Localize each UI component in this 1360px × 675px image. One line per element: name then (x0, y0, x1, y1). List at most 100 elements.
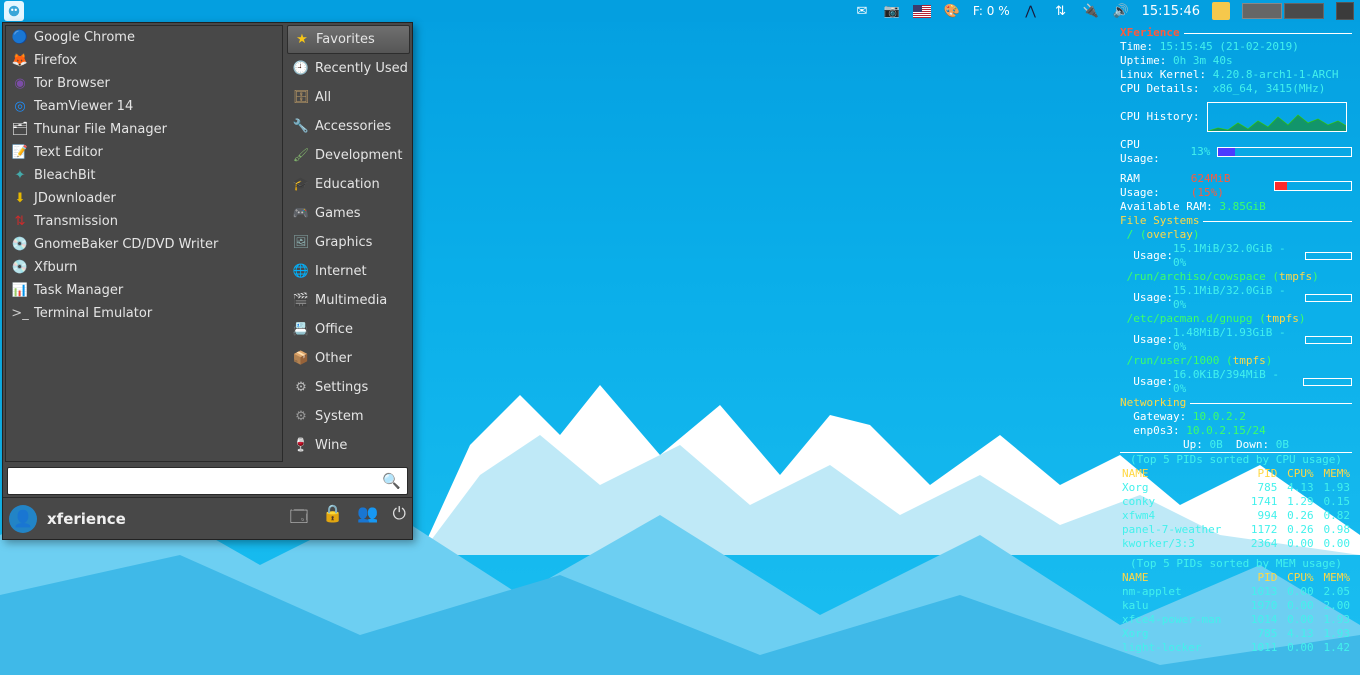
power-manager-icon[interactable]: 🔌 (1082, 2, 1100, 20)
category-label: Graphics (315, 235, 372, 250)
conky-cpud-label: CPU Details: (1120, 82, 1199, 95)
conky-kernel: 4.20.8-arch1-1-ARCH (1213, 68, 1339, 81)
category-internet[interactable]: 🌐Internet (287, 257, 410, 286)
proc-row: panel-7-weather11720.260.98 (1120, 523, 1352, 537)
user-avatar[interactable]: 👤 (9, 505, 37, 533)
top-cpu-table: NAMEPIDCPU%MEM%Xorg7854.131.93conky17411… (1120, 467, 1352, 551)
ram-usage-bar (1274, 181, 1352, 191)
app-item-label: JDownloader (34, 191, 116, 206)
fs-mount-1: /run/archiso/cowspace (tmpfs) (1120, 270, 1352, 284)
conky-time: 15:15:45 (21-02-2019) (1160, 40, 1299, 53)
app-item-tor-browser[interactable]: ◉Tor Browser (6, 72, 282, 95)
thunar-icon: 🗂 (12, 122, 28, 138)
app-item-firefox[interactable]: 🦊Firefox (6, 49, 282, 72)
update-notifier-icon[interactable]: 🎨 (943, 2, 961, 20)
fs-mount-2: /etc/pacman.d/gnupg (tmpfs) (1120, 312, 1352, 326)
category-recent[interactable]: 🕘Recently Used (287, 54, 410, 83)
category-label: Games (315, 206, 360, 221)
settings-manager-icon[interactable]: 🗔 (290, 504, 308, 533)
conky-time-label: Time: (1120, 40, 1153, 53)
xfce-mouse-icon (7, 4, 21, 18)
menu-search-bar: 🔍 (7, 467, 408, 495)
app-item-google-chrome[interactable]: 🔵Google Chrome (6, 26, 282, 49)
app-item-label: Firefox (34, 53, 77, 68)
category-label: Accessories (315, 119, 391, 134)
volume-icon[interactable]: 🔊 (1112, 2, 1130, 20)
screenshot-icon[interactable]: 📷 (883, 2, 901, 20)
games-icon: 🎮 (293, 206, 309, 222)
category-development[interactable]: 🖌Development (287, 141, 410, 170)
app-item-label: Google Chrome (34, 30, 135, 45)
category-label: Office (315, 322, 353, 337)
start-menu-button[interactable] (4, 1, 24, 21)
category-label: Multimedia (315, 293, 387, 308)
app-item-thunar[interactable]: 🗂Thunar File Manager (6, 118, 282, 141)
category-settings[interactable]: ⚙Settings (287, 373, 410, 402)
proc-row: Xorg7854.131.93 (1120, 481, 1352, 495)
category-all[interactable]: 🗄All (287, 83, 410, 112)
category-multimedia[interactable]: 🎬Multimedia (287, 286, 410, 315)
keyboard-layout-indicator[interactable] (913, 2, 931, 20)
category-education[interactable]: 🎓Education (287, 170, 410, 199)
category-wine[interactable]: 🍷Wine (287, 431, 410, 460)
menu-search-input[interactable] (14, 474, 382, 489)
category-system[interactable]: ⚙System (287, 402, 410, 431)
category-list: ★Favorites🕘Recently Used🗄All🔧Accessories… (283, 23, 412, 464)
xfburn-icon: 💿 (12, 260, 28, 276)
app-item-transmission[interactable]: ⇅Transmission (6, 210, 282, 233)
category-favorites[interactable]: ★Favorites (287, 25, 410, 54)
app-item-label: BleachBit (34, 168, 96, 183)
lock-screen-icon[interactable]: 🔒 (322, 504, 343, 533)
app-item-terminal[interactable]: >_Terminal Emulator (6, 302, 282, 325)
proc-row: Xorg7854.131.93 (1120, 627, 1352, 641)
all-icon: 🗄 (293, 90, 309, 106)
iface-label: enp0s3: (1133, 424, 1179, 437)
switch-user-icon[interactable]: 👥 (357, 504, 378, 533)
app-item-xfburn[interactable]: 💿 Xfburn (6, 256, 282, 279)
system-icon: ⚙ (293, 409, 309, 425)
app-item-jdownloader[interactable]: ⬇JDownloader (6, 187, 282, 210)
development-icon: 🖌 (293, 148, 309, 164)
office-icon: 📇 (293, 322, 309, 338)
weather-label[interactable]: F: 0 % (973, 4, 1010, 18)
app-item-text-editor[interactable]: 📝Text Editor (6, 141, 282, 164)
category-other[interactable]: 📦Other (287, 344, 410, 373)
fs-usage-1: Usage: 15.1MiB/32.0GiB - 0% (1120, 284, 1352, 312)
workspace-pager[interactable] (1242, 3, 1324, 19)
conky-system-monitor: XFerience Time: 15:15:45 (21-02-2019) Up… (1120, 26, 1352, 655)
proc-row: light-locker10110.001.42 (1120, 641, 1352, 655)
category-office[interactable]: 📇 Office (287, 315, 410, 344)
app-item-gnomebaker[interactable]: 💿GnomeBaker CD/DVD Writer (6, 233, 282, 256)
conky-uptime-label: Uptime: (1120, 54, 1166, 67)
arch-icon[interactable]: ⋀ (1022, 2, 1040, 20)
network-icon[interactable]: ⇅ (1052, 2, 1070, 20)
show-desktop-button[interactable] (1336, 2, 1354, 20)
category-label: Wine (315, 438, 347, 453)
fs-usage-3: Usage: 16.0KiB/394MiB - 0% (1120, 368, 1352, 396)
app-item-teamviewer[interactable]: ◎TeamViewer 14 (6, 95, 282, 118)
app-item-bleachbit[interactable]: ✦ BleachBit (6, 164, 282, 187)
app-item-label: Terminal Emulator (34, 306, 152, 321)
text-editor-icon: 📝 (12, 145, 28, 161)
app-item-label: Xfburn (34, 260, 77, 275)
conky-title: XFerience (1120, 26, 1180, 40)
category-games[interactable]: 🎮 Games (287, 199, 410, 228)
app-item-task-manager[interactable]: 📊Task Manager (6, 279, 282, 302)
bleachbit-icon: ✦ (12, 168, 28, 184)
fs-bar-1 (1305, 294, 1352, 302)
category-accessories[interactable]: 🔧Accessories (287, 112, 410, 141)
cpu-usage-label: CPU Usage: (1120, 138, 1184, 166)
conky-uptime: 0h 3m 40s (1173, 54, 1233, 67)
fs-bar-2 (1305, 336, 1352, 344)
logout-icon[interactable]: ⏻ (393, 504, 406, 533)
mail-icon[interactable]: ✉ (853, 2, 871, 20)
proc-row: conky17411.290.15 (1120, 495, 1352, 509)
clock[interactable]: 15:15:46 (1142, 4, 1200, 19)
fs-bar-3 (1303, 378, 1352, 386)
category-graphics[interactable]: 🖼Graphics (287, 228, 410, 257)
notifications-icon[interactable] (1212, 2, 1230, 20)
fs-section-label: File Systems (1120, 214, 1199, 228)
proc-row: kworker/3:323640.000.00 (1120, 537, 1352, 551)
tor-browser-icon: ◉ (12, 76, 28, 92)
fs-usage-2: Usage: 1.48MiB/1.93GiB - 0% (1120, 326, 1352, 354)
